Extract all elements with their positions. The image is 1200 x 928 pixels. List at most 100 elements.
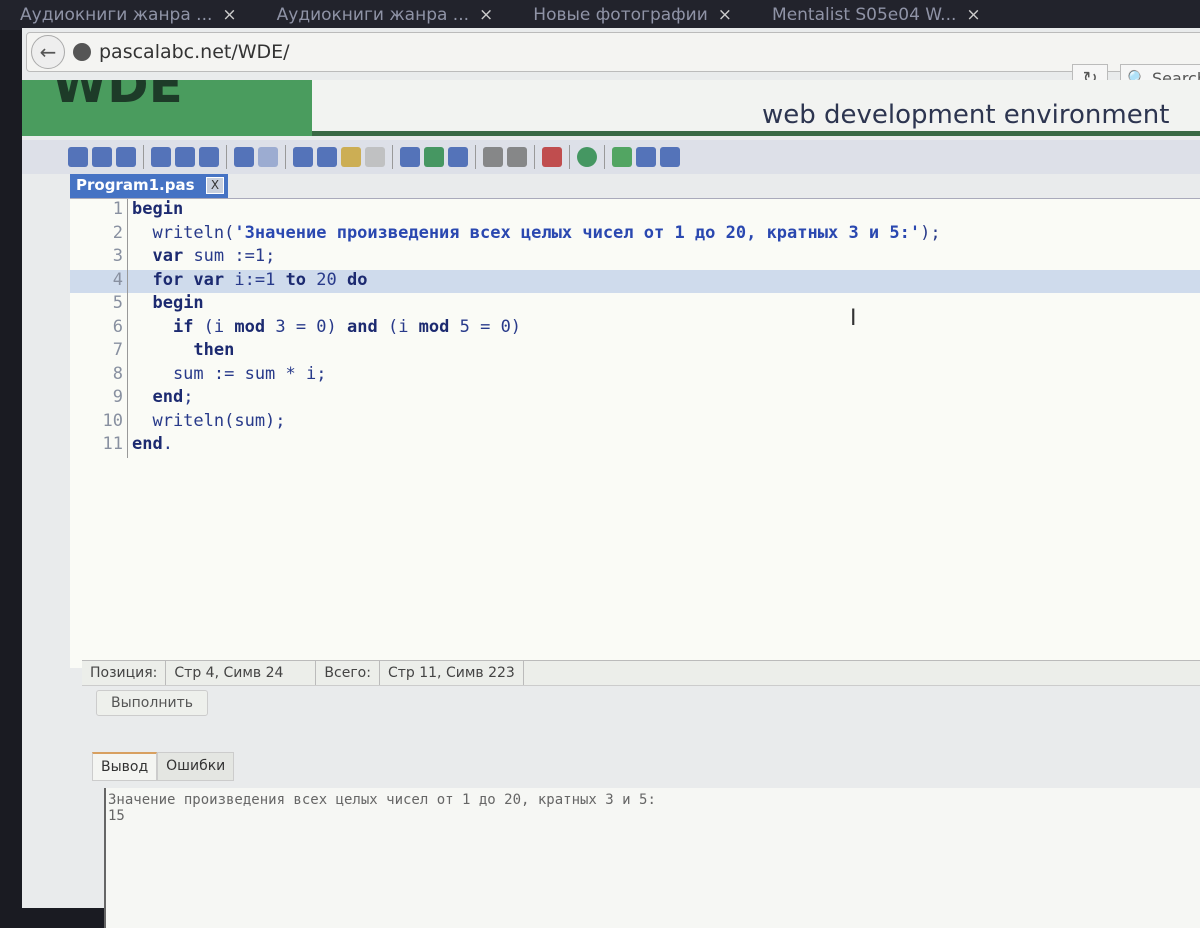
code-line[interactable]: 3 var sum :=1; — [70, 246, 1200, 270]
close-icon[interactable]: × — [479, 5, 493, 25]
code-token: ); — [920, 222, 941, 243]
format-icon[interactable] — [341, 147, 361, 167]
code-line[interactable]: 2 writeln('Значение произведения всех це… — [70, 222, 1200, 247]
file-tab[interactable]: Program1.pas X — [70, 174, 228, 198]
code-text: sum := sum * i; — [128, 363, 327, 388]
compile-icon[interactable] — [400, 147, 420, 167]
line-number: 7 — [70, 340, 128, 364]
code-token: (i — [377, 316, 419, 337]
close-icon[interactable]: × — [222, 5, 236, 25]
code-text: begin — [128, 199, 183, 223]
goto-icon[interactable] — [317, 147, 337, 167]
new-file-icon[interactable] — [68, 147, 88, 167]
code-line[interactable]: 4 for var i:=1 to 20 do — [70, 269, 1200, 294]
code-token: sum := sum * i; — [132, 363, 327, 384]
url-text[interactable]: pascalabc.net/WDE/ — [99, 41, 290, 63]
tab-title: Аудиокниги жанра ... — [20, 5, 213, 25]
run-button[interactable]: Выполнить — [96, 690, 208, 716]
keyword: mod — [234, 316, 266, 337]
code-line[interactable]: 8 sum := sum * i; — [70, 363, 1200, 388]
web-icon[interactable] — [577, 147, 597, 167]
position-value: Стр 4, Симв 24 — [166, 661, 317, 685]
browser-tab[interactable]: Аудиокниги жанра ... × — [257, 0, 514, 30]
zoom-in-icon[interactable] — [612, 147, 632, 167]
book-icon[interactable] — [542, 147, 562, 167]
code-token: 20 — [306, 269, 347, 290]
position-label: Позиция: — [82, 661, 167, 685]
eraser-icon[interactable] — [365, 147, 385, 167]
code-text: end. — [128, 434, 173, 458]
browser-tab[interactable]: Новые фотографии × — [513, 0, 752, 30]
code-token: . — [162, 434, 173, 454]
step-into-icon[interactable] — [483, 147, 503, 167]
tab-title: Mentalist S05e04 W... — [772, 5, 957, 25]
share-icon[interactable] — [199, 147, 219, 167]
string-literal: 'Значение произведения всех целых чисел … — [234, 222, 921, 243]
status-bar: Позиция: Стр 4, Симв 24 Всего: Стр 11, С… — [82, 660, 1200, 686]
close-icon[interactable]: × — [966, 5, 980, 25]
code-text: begin — [128, 293, 204, 317]
redo-icon[interactable] — [258, 147, 278, 167]
mail-icon[interactable] — [175, 147, 195, 167]
code-token: 5 = 0) — [449, 316, 522, 337]
tab-errors[interactable]: Ошибки — [157, 752, 235, 781]
code-line[interactable]: 5 begin — [70, 293, 1200, 317]
tab-title: Новые фотографии — [533, 5, 708, 25]
code-line[interactable]: 6 if (i mod 3 = 0) and (i mod 5 = 0) — [70, 316, 1200, 341]
keyword: if — [172, 316, 194, 337]
code-text: end; — [128, 387, 193, 411]
code-editor[interactable]: 1 begin 2 writeln('Значение произведения в… — [70, 198, 1200, 668]
total-value: Стр 11, Симв 223 — [380, 661, 524, 685]
keyword: begin — [132, 199, 184, 219]
stop-icon[interactable] — [448, 147, 468, 167]
keyword: end — [152, 387, 184, 407]
code-line[interactable]: 10 writeln(sum); — [70, 410, 1200, 435]
line-number: 3 — [70, 246, 128, 270]
keyword: to — [285, 269, 307, 290]
browser-tab-strip: Аудиокниги жанра ... × Аудиокниги жанра .… — [0, 0, 1200, 30]
code-line[interactable]: 1 begin — [70, 199, 1200, 223]
output-tabs: Вывод Ошибки — [92, 752, 235, 781]
file-tab-label: Program1.pas — [76, 176, 195, 194]
code-text: writeln(sum); — [128, 410, 286, 435]
close-icon[interactable]: X — [206, 177, 224, 194]
code-line[interactable]: 11 end. — [70, 434, 1200, 458]
browser-window: ← pascalabc.net/WDE/ ↻ 🔍 Search WDE web … — [22, 28, 1200, 928]
save-icon[interactable] — [92, 147, 112, 167]
undo-icon[interactable] — [234, 147, 254, 167]
close-icon[interactable]: × — [718, 5, 732, 25]
back-button[interactable]: ← — [31, 35, 65, 69]
find-icon[interactable] — [293, 147, 313, 167]
step-over-icon[interactable] — [507, 147, 527, 167]
code-text: if (i mod 3 = 0) and (i mod 5 = 0) — [128, 317, 521, 341]
keyword: for var — [152, 269, 225, 290]
globe-icon — [73, 43, 91, 61]
run-icon[interactable] — [424, 147, 444, 167]
tab-output[interactable]: Вывод — [92, 752, 158, 781]
code-text: for var i:=1 to 20 do — [128, 270, 367, 294]
code-token: sum :=1; — [183, 246, 276, 266]
text-cursor-icon: I — [850, 306, 857, 331]
open-icon[interactable] — [151, 147, 171, 167]
zoom-out-icon[interactable] — [636, 147, 656, 167]
line-number: 8 — [70, 363, 128, 387]
code-text: then — [128, 340, 234, 364]
slogan: web development environment — [762, 100, 1170, 130]
keyword: begin — [152, 293, 204, 313]
keyword: end — [132, 434, 163, 454]
code-line[interactable]: 9 end; — [70, 387, 1200, 411]
code-token: writeln(sum); — [132, 410, 286, 431]
code-text: writeln('Значение произведения всех целы… — [128, 222, 941, 247]
save-all-icon[interactable] — [116, 147, 136, 167]
browser-tab[interactable]: Mentalist S05e04 W... × — [752, 0, 1001, 30]
fullscreen-icon[interactable] — [660, 147, 680, 167]
code-token: ; — [183, 387, 194, 407]
line-number: 6 — [70, 316, 128, 340]
code-line[interactable]: 7 then — [70, 340, 1200, 364]
browser-tab[interactable]: Аудиокниги жанра ... × — [0, 0, 257, 30]
address-bar[interactable]: ← pascalabc.net/WDE/ — [26, 32, 1200, 72]
line-number: 10 — [70, 410, 128, 434]
